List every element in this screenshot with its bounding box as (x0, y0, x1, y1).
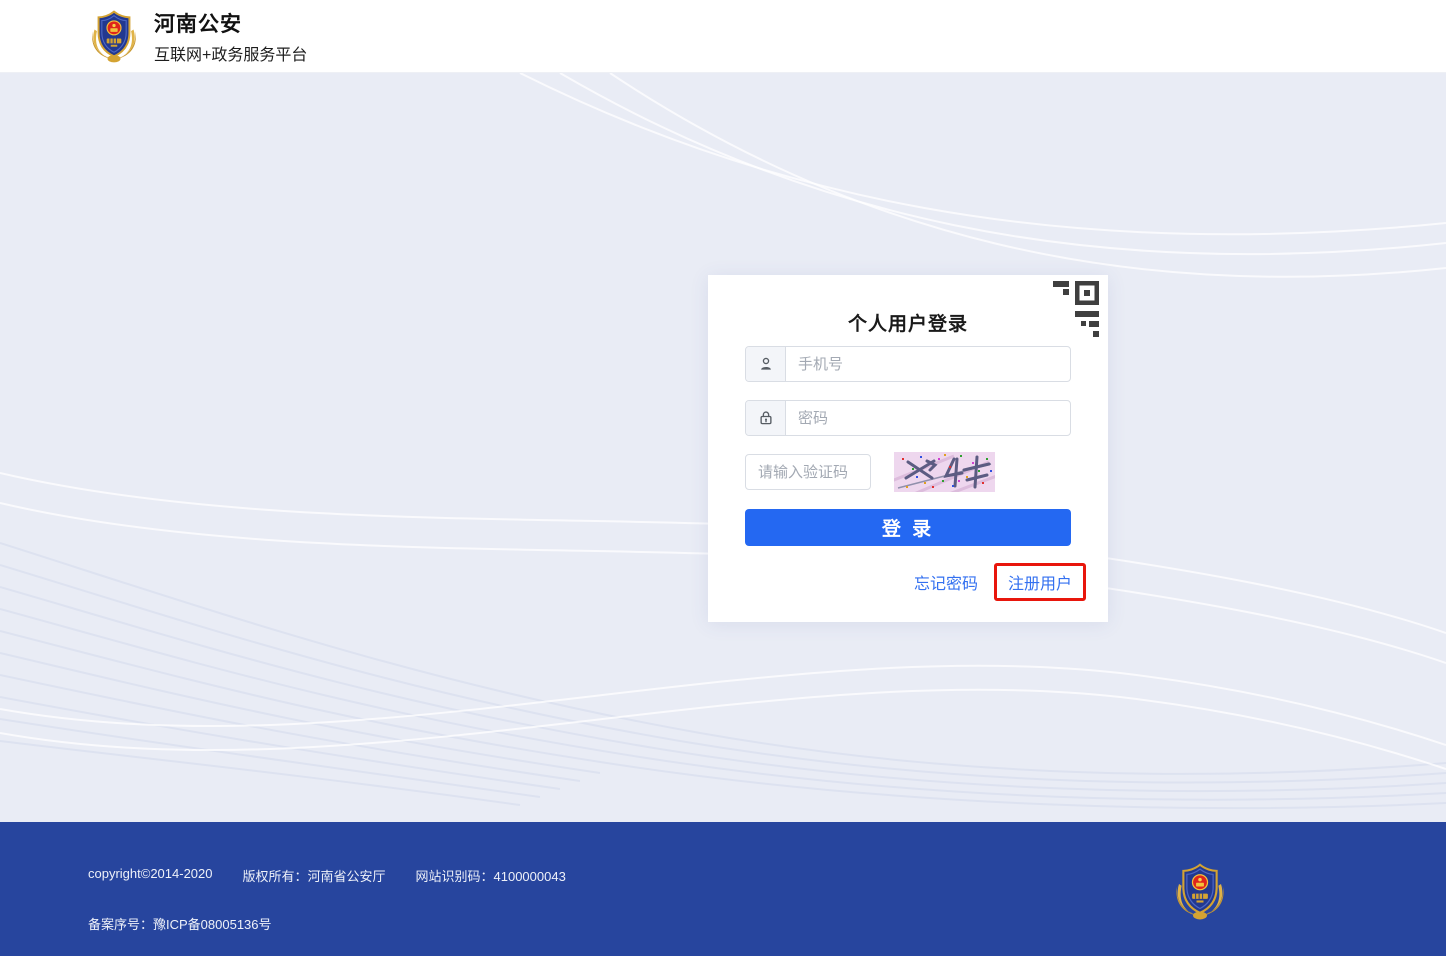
police-badge-logo-icon (88, 8, 140, 64)
password-input[interactable] (786, 401, 1070, 435)
lock-icon (746, 401, 786, 435)
forgot-password-link[interactable]: 忘记密码 (914, 570, 978, 594)
password-field (745, 400, 1071, 436)
captcha-input[interactable] (745, 454, 871, 490)
site-subtitle: 互联网+政务服务平台 (154, 41, 307, 65)
phone-field (745, 346, 1071, 382)
login-title: 个人用户登录 (708, 309, 1108, 336)
site-title: 河南公安 (154, 8, 307, 38)
phone-input[interactable] (786, 347, 1070, 381)
captcha-row (745, 452, 1071, 492)
footer-line1: copyright©2014-2020 版权所有：河南省公安厅 网站识别码：41… (88, 866, 566, 885)
user-icon (746, 347, 786, 381)
header-titles: 河南公安 互联网+政务服务平台 (154, 8, 307, 65)
login-card: 个人用户登录 (708, 275, 1108, 622)
copyright-text: copyright©2014-2020 (88, 866, 213, 885)
header: 河南公安 互联网+政务服务平台 (0, 0, 1446, 73)
login-button[interactable]: 登 录 (745, 509, 1071, 546)
site-code-text: 网站识别码：4100000043 (416, 866, 566, 885)
footer-line2: 备案序号：豫ICP备08005136号 (88, 914, 272, 933)
record-number-text: 备案序号：豫ICP备08005136号 (88, 917, 272, 932)
rights-text: 版权所有：河南省公安厅 (243, 866, 386, 885)
main-area: 个人用户登录 (0, 73, 1446, 822)
footer: copyright©2014-2020 版权所有：河南省公安厅 网站识别码：41… (0, 822, 1446, 956)
register-link[interactable]: 注册用户 (994, 563, 1086, 601)
captcha-image[interactable] (894, 452, 995, 492)
footer-police-badge-icon (1172, 860, 1228, 922)
login-links: 忘记密码 注册用户 (914, 563, 1086, 601)
